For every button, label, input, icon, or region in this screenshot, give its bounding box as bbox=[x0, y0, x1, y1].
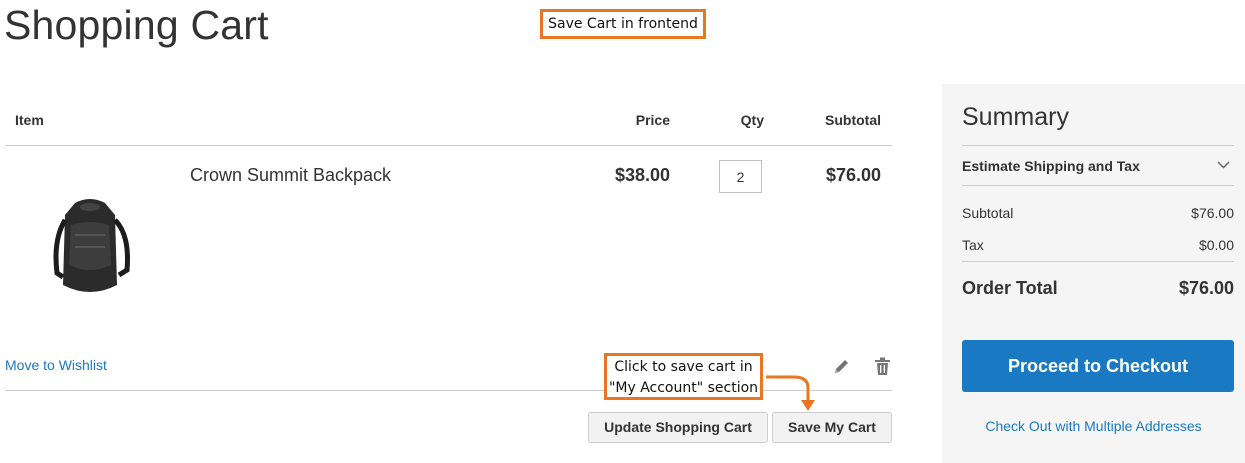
column-header-qty: Qty bbox=[740, 112, 764, 128]
save-my-cart-button[interactable]: Save My Cart bbox=[772, 412, 892, 443]
multiple-addresses-link[interactable]: Check Out with Multiple Addresses bbox=[942, 418, 1245, 434]
tax-label: Tax bbox=[962, 237, 984, 253]
update-shopping-cart-button[interactable]: Update Shopping Cart bbox=[588, 412, 768, 443]
quantity-input[interactable]: 2 bbox=[719, 160, 762, 193]
proceed-to-checkout-button[interactable]: Proceed to Checkout bbox=[962, 340, 1234, 392]
summary-divider bbox=[962, 185, 1234, 186]
summary-divider bbox=[962, 261, 1234, 262]
annotation-line-1: Click to save cart in bbox=[614, 359, 753, 375]
column-header-subtotal: Subtotal bbox=[825, 112, 881, 128]
edit-pencil-icon[interactable] bbox=[833, 358, 850, 375]
page-title: Shopping Cart bbox=[4, 2, 269, 48]
tax-value: $0.00 bbox=[1198, 237, 1234, 253]
product-name[interactable]: Crown Summit Backpack bbox=[190, 165, 391, 186]
trash-icon[interactable] bbox=[874, 357, 891, 376]
backpack-image[interactable] bbox=[45, 195, 135, 300]
annotation-save-cart-my-account: Click to save cart in "My Account" secti… bbox=[604, 353, 763, 400]
chevron-down-icon[interactable] bbox=[1217, 160, 1230, 170]
header-divider bbox=[5, 145, 892, 146]
item-price: $38.00 bbox=[614, 165, 670, 185]
summary-title: Summary bbox=[962, 103, 1069, 131]
annotation-save-cart-frontend: Save Cart in frontend bbox=[540, 9, 706, 39]
column-header-item: Item bbox=[15, 112, 44, 128]
subtotal-value: $76.00 bbox=[1191, 205, 1234, 221]
order-total-value: $76.00 bbox=[1178, 278, 1234, 298]
summary-divider bbox=[962, 145, 1234, 146]
summary-panel: Summary Estimate Shipping and Tax Subtot… bbox=[942, 84, 1245, 463]
item-subtotal: $76.00 bbox=[825, 165, 881, 185]
column-header-price: Price bbox=[635, 112, 670, 128]
annotation-line-2: "My Account" section bbox=[608, 380, 759, 396]
subtotal-label: Subtotal bbox=[962, 205, 1014, 221]
move-to-wishlist-link[interactable]: Move to Wishlist bbox=[5, 357, 107, 373]
order-total-label: Order Total bbox=[962, 278, 1058, 298]
annotation-arrow-icon bbox=[766, 375, 815, 411]
estimate-shipping-toggle[interactable]: Estimate Shipping and Tax bbox=[962, 158, 1140, 174]
